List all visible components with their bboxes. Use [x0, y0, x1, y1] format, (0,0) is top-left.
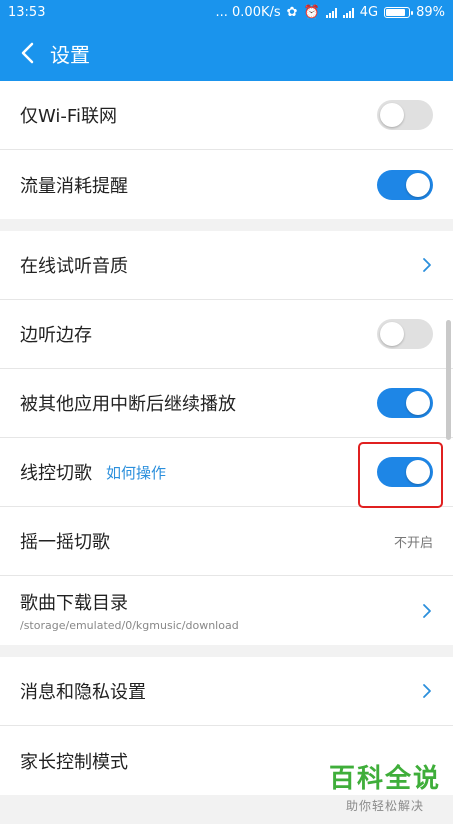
- settings-list: 仅Wi-Fi联网 流量消耗提醒 在线试听音质 边听边存 被其他应用中断后继续播放…: [0, 81, 453, 795]
- setting-label: 歌曲下载目录: [20, 593, 128, 614]
- status-time: 13:53: [8, 5, 46, 20]
- scrollbar[interactable]: [446, 320, 451, 440]
- highlight-box: [358, 442, 443, 508]
- setting-label: 家长控制模式: [20, 751, 128, 773]
- signal-icon-2: [342, 7, 354, 18]
- setting-wifi-only[interactable]: 仅Wi-Fi联网: [0, 81, 453, 150]
- battery-percent: 89%: [416, 5, 445, 20]
- setting-label: 被其他应用中断后继续播放: [20, 394, 236, 415]
- download-path: /storage/emulated/0/kgmusic/download: [20, 619, 239, 632]
- setting-streaming-quality[interactable]: 在线试听音质: [0, 231, 453, 300]
- resume-after-interrupt-toggle[interactable]: [377, 388, 433, 418]
- setting-shake-switch[interactable]: 摇一摇切歌 不开启: [0, 507, 453, 576]
- alarm-icon: ⏰: [303, 5, 320, 20]
- wifi-only-toggle[interactable]: [377, 100, 433, 130]
- watermark: 百科全说 助你轻松解决: [329, 758, 441, 814]
- settings-group-playback: 在线试听音质 边听边存 被其他应用中断后继续播放 线控切歌 如何操作 摇一摇切歌…: [0, 231, 453, 645]
- page-title: 设置: [50, 42, 90, 67]
- chevron-right-icon: [423, 258, 431, 272]
- watermark-title: 百科全说: [328, 764, 441, 794]
- setting-cache-while-play[interactable]: 边听边存: [0, 300, 453, 369]
- status-bar: 13:53 ... 0.00K/s ✿ ⏰ 4G 89%: [0, 0, 453, 25]
- setting-label: 边听边存: [20, 325, 92, 346]
- setting-value: 不开启: [393, 535, 433, 551]
- how-to-link[interactable]: 如何操作: [106, 462, 166, 483]
- status-icons: ... 0.00K/s ✿ ⏰ 4G 89%: [215, 5, 445, 20]
- watermark-subtitle: 助你轻松解决: [345, 799, 424, 813]
- setting-message-privacy[interactable]: 消息和隐私设置: [0, 657, 453, 726]
- battery-icon: [384, 7, 414, 18]
- chevron-right-icon: [423, 603, 431, 618]
- title-bar: 设置: [0, 25, 453, 81]
- back-arrow-icon[interactable]: [12, 38, 42, 68]
- cache-while-play-toggle[interactable]: [377, 319, 433, 349]
- setting-label: 线控切歌: [20, 463, 92, 484]
- setting-label: 仅Wi-Fi联网: [20, 106, 117, 127]
- data-usage-alert-toggle[interactable]: [377, 169, 433, 200]
- network-speed: ... 0.00K/s: [215, 5, 281, 20]
- setting-label: 摇一摇切歌: [20, 532, 110, 553]
- setting-download-dir[interactable]: 歌曲下载目录 /storage/emulated/0/kgmusic/downl…: [0, 576, 453, 645]
- signal-icon: [325, 7, 337, 18]
- network-type: 4G: [359, 5, 379, 20]
- setting-data-usage-alert[interactable]: 流量消耗提醒: [0, 150, 453, 219]
- setting-label: 在线试听音质: [20, 256, 128, 277]
- setting-resume-after-interrupt[interactable]: 被其他应用中断后继续播放: [0, 369, 453, 438]
- chevron-right-icon: [423, 684, 431, 698]
- setting-label: 流量消耗提醒: [20, 175, 128, 197]
- settings-group-network: 仅Wi-Fi联网 流量消耗提醒: [0, 81, 453, 219]
- sync-icon: ✿: [286, 5, 298, 20]
- setting-label: 消息和隐私设置: [20, 682, 146, 703]
